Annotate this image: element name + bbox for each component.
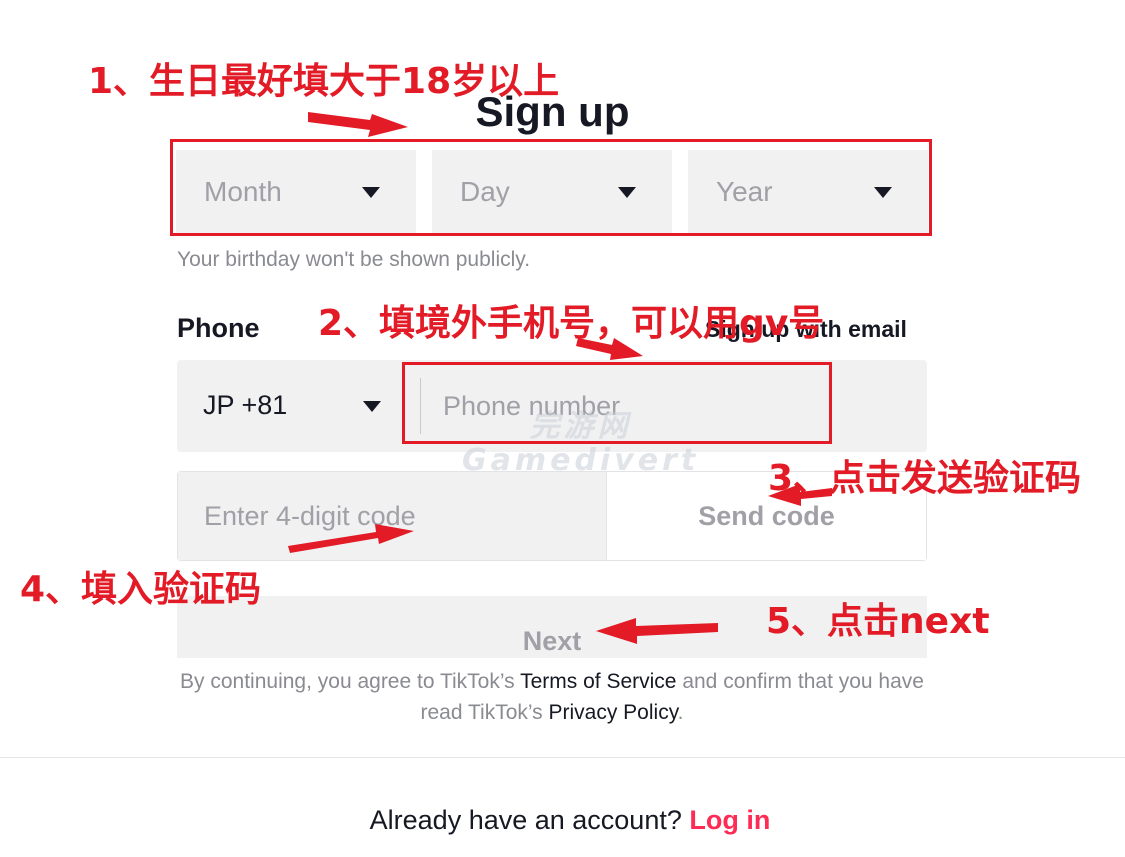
terms-of-service-link[interactable]: Terms of Service — [520, 670, 676, 693]
annotation-step4: 4、填入验证码 — [20, 569, 262, 610]
annotation-step1: 1、生日最好填大于18岁以上 — [88, 61, 560, 102]
divider — [0, 757, 1125, 758]
phone-label: Phone — [177, 313, 260, 343]
country-code-select[interactable]: JP +81 — [203, 390, 287, 421]
annotation-step3: 3、点击发送验证码 — [768, 458, 1082, 499]
phone-highlight-box — [402, 362, 832, 444]
signup-page: Sign up Month Day Year Your birthday won… — [0, 0, 1125, 857]
verification-code-input[interactable] — [178, 472, 606, 560]
birthday-highlight-box — [170, 139, 932, 236]
annotation-step2: 2、填境外手机号，可以用gv号 — [318, 303, 825, 344]
login-prompt: Already have an account? Log in — [0, 805, 1125, 836]
chevron-down-icon[interactable] — [363, 401, 381, 412]
privacy-policy-link[interactable]: Privacy Policy — [549, 701, 678, 724]
legal-prefix: By continuing, you agree to TikTok’s — [180, 670, 521, 693]
annotation-step5: 5、点击next — [766, 601, 990, 642]
login-prompt-text: Already have an account? — [369, 805, 690, 835]
legal-text: By continuing, you agree to TikTok’s Ter… — [177, 666, 927, 728]
legal-suffix: . — [677, 701, 684, 724]
birthday-hint: Your birthday won't be shown publicly. — [177, 248, 531, 271]
login-link[interactable]: Log in — [689, 805, 770, 835]
